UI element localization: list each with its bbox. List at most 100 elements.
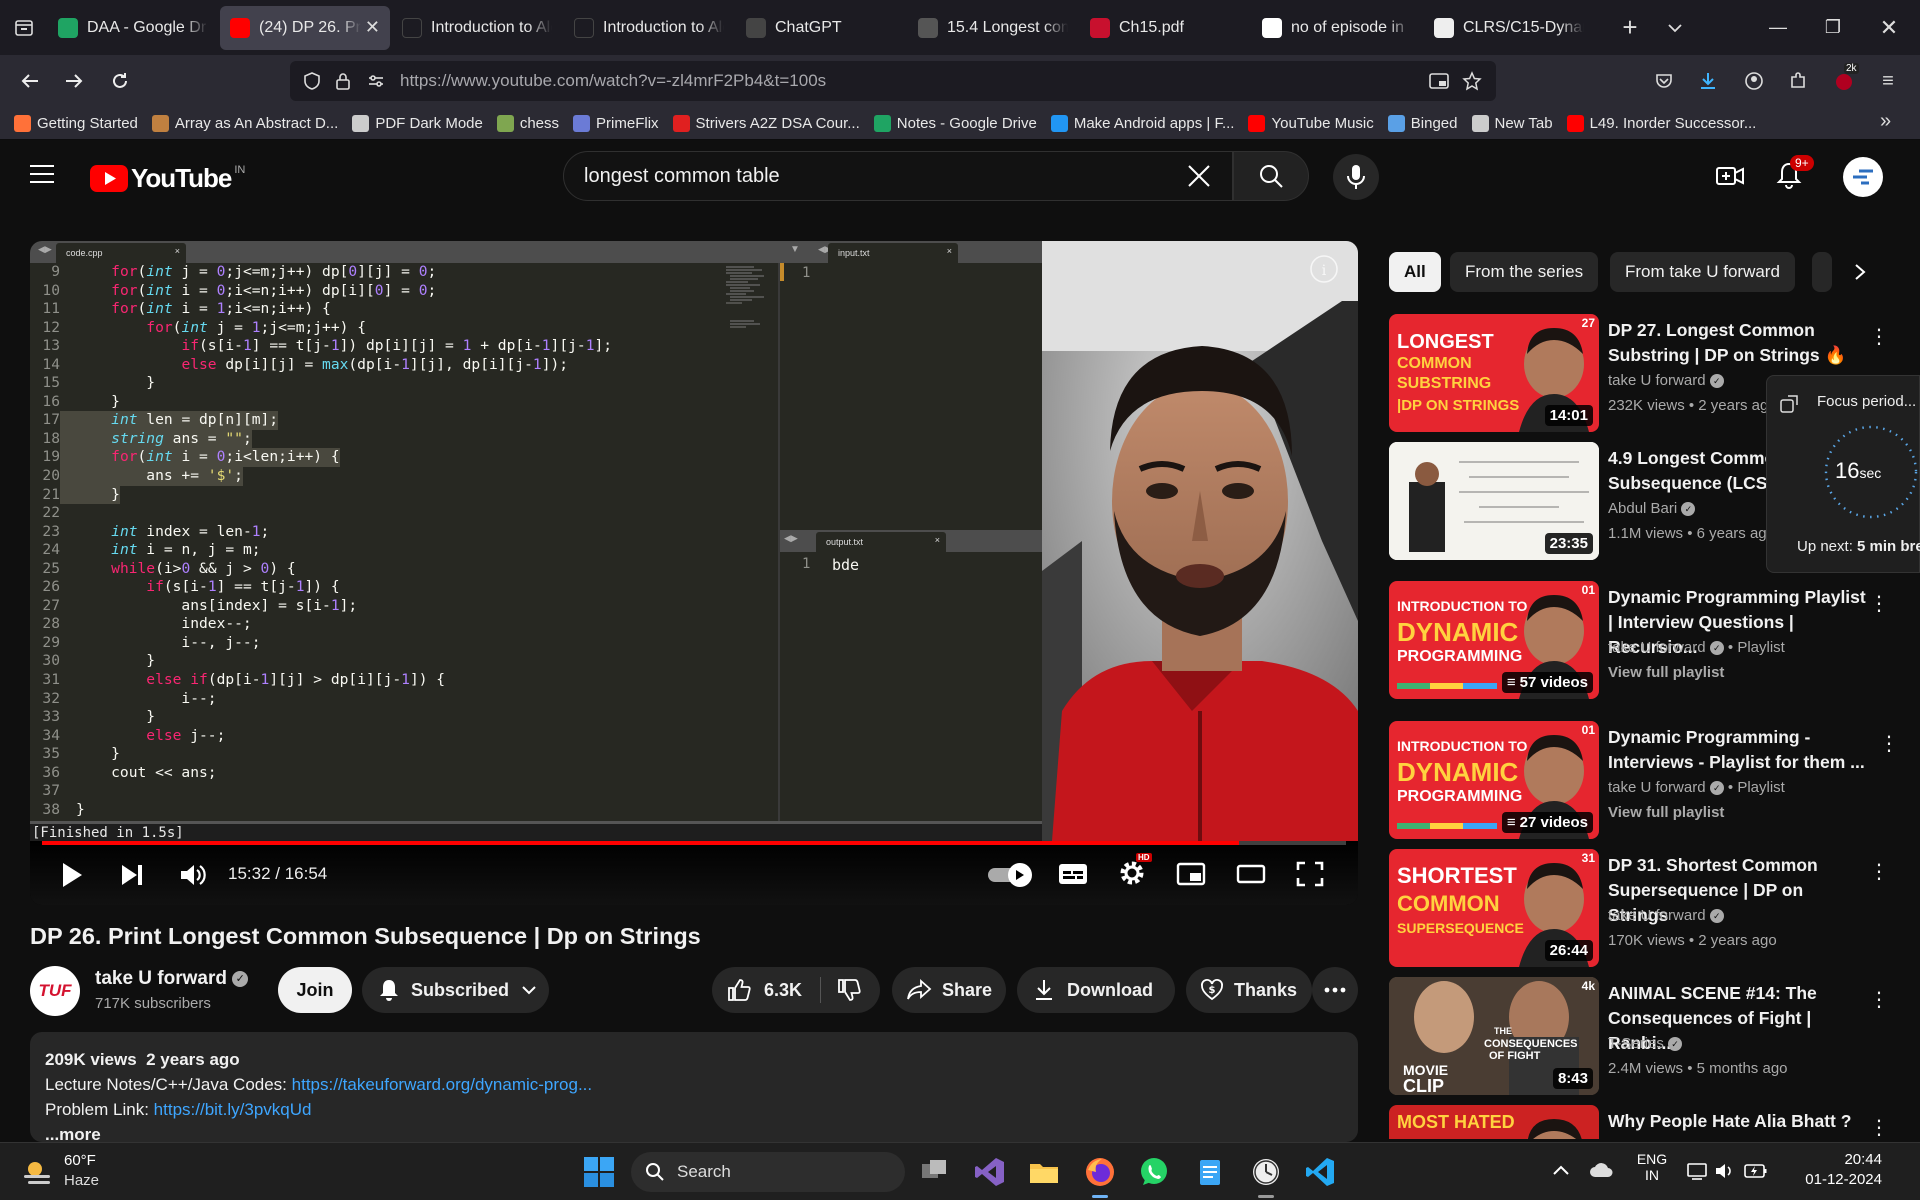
browser-tab[interactable]: Ch15.pdf bbox=[1080, 6, 1250, 50]
tab-close-icon[interactable]: ✕ bbox=[365, 17, 380, 38]
video-thumbnail[interactable]: LONGEST COMMON SUBSTRING |DP ON STRINGS 27 14… bbox=[1389, 314, 1599, 432]
share-button[interactable]: Share bbox=[892, 967, 1006, 1013]
video-thumbnail[interactable]: MOST HATED bbox=[1389, 1105, 1599, 1139]
recommendation-channel[interactable]: T-Series ✓ bbox=[1608, 1035, 1683, 1052]
create-video-icon[interactable] bbox=[1715, 163, 1745, 189]
task-view-icon[interactable] bbox=[918, 1156, 950, 1188]
clear-search-icon[interactable] bbox=[1186, 163, 1212, 189]
file-explorer-icon[interactable] bbox=[1028, 1156, 1060, 1188]
youtube-logo[interactable]: YouTube IN bbox=[90, 163, 245, 194]
speaker-icon[interactable] bbox=[1714, 1161, 1736, 1181]
bookmark-item[interactable]: Strivers A2Z DSA Cour... bbox=[672, 114, 860, 132]
view-full-playlist-link[interactable]: View full playlist bbox=[1608, 664, 1724, 681]
system-clock[interactable]: 20:44 01-12-2024 bbox=[1794, 1151, 1882, 1188]
join-button[interactable]: Join bbox=[278, 967, 352, 1013]
browser-tab[interactable]: 15.4 Longest com bbox=[908, 6, 1078, 50]
play-button[interactable] bbox=[60, 861, 84, 889]
notepad-icon[interactable] bbox=[1194, 1156, 1226, 1188]
dislike-button[interactable] bbox=[836, 977, 862, 1003]
recommendation-channel[interactable]: take U forward ✓ bbox=[1608, 907, 1724, 924]
more-options-icon[interactable]: ⋮ bbox=[1869, 1115, 1889, 1140]
close-window-button[interactable]: ✕ bbox=[1866, 0, 1912, 55]
show-more-link[interactable]: ...more bbox=[45, 1125, 101, 1142]
bookmark-item[interactable]: Make Android apps | F... bbox=[1050, 114, 1234, 132]
autoplay-toggle[interactable] bbox=[988, 863, 1032, 887]
channel-avatar[interactable]: TUF bbox=[30, 966, 80, 1016]
voice-search-button[interactable] bbox=[1333, 154, 1379, 200]
menu-icon[interactable]: ≡ bbox=[1872, 65, 1904, 97]
problem-link[interactable]: https://bit.ly/3pvkqUd bbox=[154, 1100, 312, 1119]
lock-icon[interactable] bbox=[334, 71, 352, 91]
new-tab-button[interactable]: + bbox=[1610, 0, 1650, 55]
downloads-icon[interactable] bbox=[1692, 65, 1724, 97]
browser-tab[interactable]: CLRS/C15-Dynam bbox=[1424, 6, 1594, 50]
bookmark-item[interactable]: Notes - Google Drive bbox=[873, 114, 1037, 132]
more-actions-button[interactable] bbox=[1312, 967, 1358, 1013]
taskbar-search[interactable]: Search bbox=[631, 1152, 905, 1192]
video-thumbnail[interactable]: SHORTEST COMMON SUPERSEQUENCE 31 26:44 bbox=[1389, 849, 1599, 967]
like-button[interactable]: 6.3K bbox=[726, 977, 802, 1003]
bookmark-item[interactable]: PDF Dark Mode bbox=[352, 114, 483, 132]
notes-link[interactable]: https://takeuforward.org/dynamic-prog... bbox=[292, 1075, 592, 1094]
browser-tab[interactable]: (24) DP 26. Print✕ bbox=[220, 5, 390, 50]
tab-list-chevron-icon[interactable] bbox=[1655, 0, 1695, 55]
notifications-bell-icon[interactable]: 9+ bbox=[1776, 155, 1814, 189]
battery-charging-icon[interactable] bbox=[1744, 1162, 1768, 1180]
browser-tab[interactable]: Introduction to Algor bbox=[392, 6, 562, 50]
recommendation-channel[interactable]: Abdul Bari ✓ bbox=[1608, 500, 1696, 517]
tab-overview-icon[interactable] bbox=[0, 0, 48, 55]
video-thumbnail[interactable]: INTRODUCTION TO DYNAMIC PROGRAMMING 01 ≡ 27 v… bbox=[1389, 721, 1599, 839]
download-button[interactable]: Download bbox=[1017, 967, 1175, 1013]
settings-button[interactable]: HD bbox=[1118, 853, 1152, 887]
recommendation-title[interactable]: Dynamic Programming - Interviews - Playl… bbox=[1608, 725, 1868, 775]
bookmark-item[interactable]: New Tab bbox=[1471, 114, 1553, 132]
extension-badge-icon[interactable]: 2k bbox=[1828, 63, 1860, 97]
video-thumbnail[interactable]: THE CONSEQUENCES OF FIGHT MOVIE CLIP 4k 8:43 bbox=[1389, 977, 1599, 1095]
recommendation-item[interactable]: SHORTEST COMMON SUPERSEQUENCE 31 26:44 DP 31.… bbox=[1389, 849, 1889, 969]
recommendation-channel[interactable]: take U forward ✓ bbox=[1608, 372, 1724, 389]
chip-all[interactable]: All bbox=[1389, 252, 1441, 292]
channel-name[interactable]: take U forward ✓ bbox=[95, 968, 249, 990]
theater-mode-button[interactable] bbox=[1236, 861, 1266, 887]
recommendation-title[interactable]: DP 27. Longest Common Substring | DP on … bbox=[1608, 318, 1868, 368]
miniplayer-button[interactable] bbox=[1176, 861, 1206, 887]
recommendation-channel[interactable]: take U forward ✓ • Playlist bbox=[1608, 779, 1785, 796]
bookmark-item[interactable]: L49. Inorder Successor... bbox=[1566, 114, 1756, 132]
weather-temp[interactable]: 60°F bbox=[64, 1152, 96, 1169]
visual-studio-icon[interactable] bbox=[974, 1156, 1006, 1188]
chip-from-channel[interactable]: From take U forward bbox=[1610, 252, 1795, 292]
search-input[interactable]: longest common table bbox=[563, 151, 1233, 201]
view-full-playlist-link[interactable]: View full playlist bbox=[1608, 804, 1724, 821]
bookmarks-overflow-icon[interactable]: » bbox=[1880, 110, 1891, 133]
recommendation-item[interactable]: MOST HATED Why People Hate Alia Bhatt ? ⋮ bbox=[1389, 1105, 1889, 1139]
more-options-icon[interactable]: ⋮ bbox=[1869, 591, 1889, 616]
reload-icon[interactable] bbox=[104, 65, 136, 97]
recommendation-item[interactable]: THE CONSEQUENCES OF FIGHT MOVIE CLIP 4k 8:43 AN… bbox=[1389, 977, 1889, 1097]
bookmark-star-icon[interactable] bbox=[1462, 71, 1482, 91]
recommendation-title[interactable]: Why People Hate Alia Bhatt ? bbox=[1608, 1109, 1868, 1134]
whatsapp-icon[interactable] bbox=[1138, 1156, 1170, 1188]
windows-start-icon[interactable] bbox=[583, 1156, 615, 1188]
chip-from-series[interactable]: From the series bbox=[1450, 252, 1599, 292]
subtitles-button[interactable] bbox=[1058, 861, 1088, 887]
more-options-icon[interactable]: ⋮ bbox=[1869, 859, 1889, 884]
bookmark-item[interactable]: YouTube Music bbox=[1248, 114, 1374, 132]
bookmark-item[interactable]: Binged bbox=[1387, 114, 1458, 132]
minimize-window-button[interactable]: — bbox=[1755, 0, 1801, 55]
account-icon[interactable] bbox=[1738, 65, 1770, 97]
video-thumbnail[interactable]: INTRODUCTION TO DYNAMIC PROGRAMMING 01 ≡ 57 v… bbox=[1389, 581, 1599, 699]
network-icon[interactable] bbox=[1686, 1161, 1708, 1181]
thanks-button[interactable]: $ Thanks bbox=[1186, 967, 1312, 1013]
show-hidden-icons-chevron[interactable] bbox=[1552, 1163, 1570, 1177]
video-thumbnail[interactable]: 23:35 bbox=[1389, 442, 1599, 560]
more-options-icon[interactable]: ⋮ bbox=[1879, 731, 1899, 756]
volume-button[interactable] bbox=[178, 861, 206, 889]
recommendation-item[interactable]: INTRODUCTION TO DYNAMIC PROGRAMMING 01 ≡ 27 v… bbox=[1389, 721, 1899, 841]
progress-bar[interactable] bbox=[42, 841, 1346, 845]
more-options-icon[interactable]: ⋮ bbox=[1869, 324, 1889, 349]
back-icon[interactable] bbox=[14, 65, 46, 97]
site-permissions-icon[interactable] bbox=[366, 71, 386, 91]
search-button[interactable] bbox=[1233, 151, 1309, 201]
bookmark-item[interactable]: Array as An Abstract D... bbox=[151, 114, 338, 132]
shield-icon[interactable] bbox=[302, 71, 322, 91]
